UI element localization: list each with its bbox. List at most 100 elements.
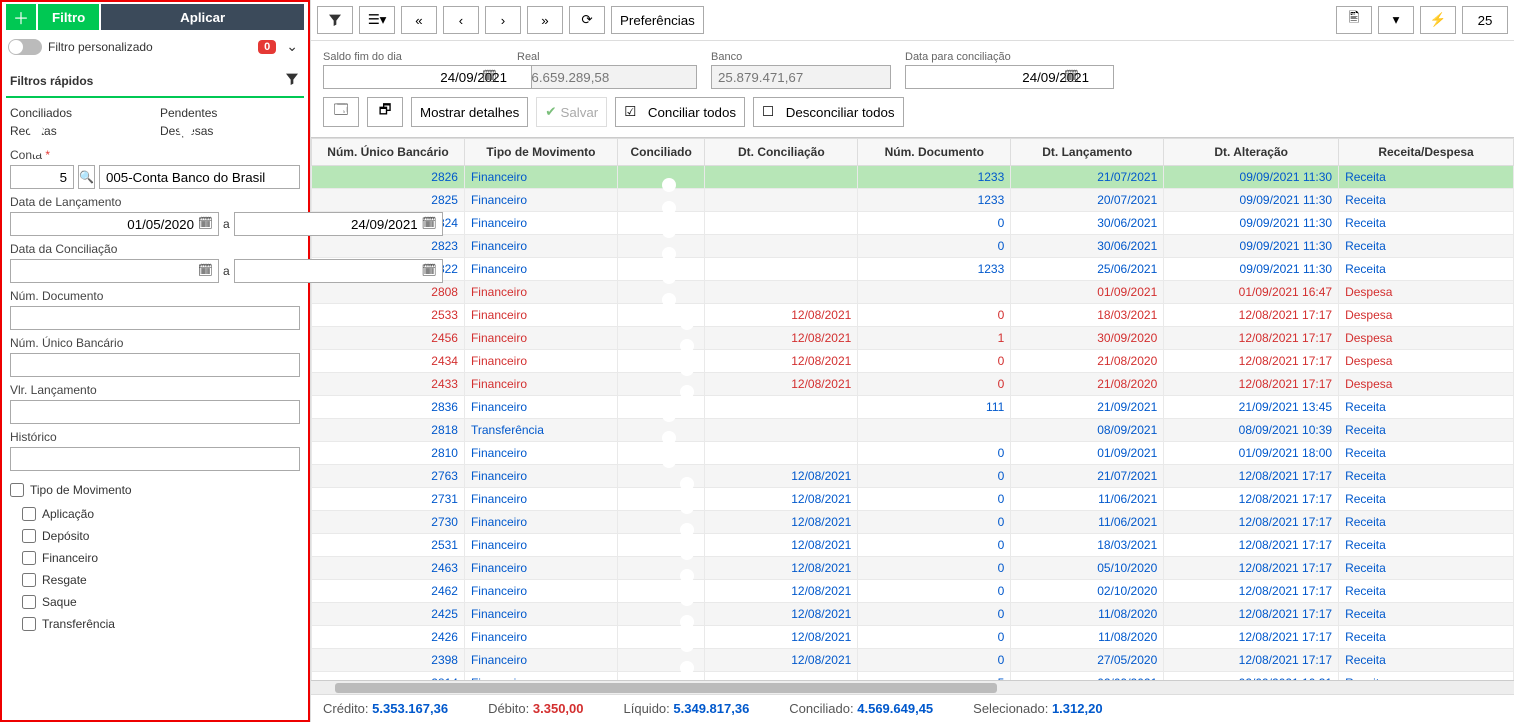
mov-title-checkbox[interactable]: [10, 483, 24, 497]
nav-prev-button[interactable]: ‹: [443, 6, 479, 34]
table-row[interactable]: 2825Financeiro123320/07/202109/09/2021 1…: [312, 189, 1514, 212]
table-row[interactable]: 2810Financeiro001/09/202101/09/2021 18:0…: [312, 442, 1514, 465]
mov-option-label: Depósito: [42, 529, 89, 543]
mov-option-checkbox[interactable]: [22, 507, 36, 521]
conciliar-todos-button[interactable]: ☑ Conciliar todos: [615, 97, 745, 127]
debito-value: 3.350,00: [533, 701, 584, 716]
nav-first-button[interactable]: «: [401, 6, 437, 34]
dt-para-input[interactable]: [905, 65, 1114, 89]
dt-lanc-to-input[interactable]: [234, 212, 443, 236]
check-icon: ✔: [545, 104, 556, 120]
table-row[interactable]: 2398Financeiro12/08/2021027/05/202012/08…: [312, 649, 1514, 672]
mov-option[interactable]: Transferência: [10, 613, 300, 635]
table-row[interactable]: 2426Financeiro12/08/2021011/08/202012/08…: [312, 626, 1514, 649]
liquido-value: 5.349.817,36: [673, 701, 749, 716]
dt-conc-from-input[interactable]: [10, 259, 219, 283]
mov-option[interactable]: Depósito: [10, 525, 300, 547]
check-square-icon: ☑: [624, 104, 636, 120]
action-icon-2[interactable]: 🗗: [367, 97, 403, 127]
table-row[interactable]: 2826Financeiro123321/07/202109/09/2021 1…: [312, 166, 1514, 189]
table-row[interactable]: 2533Financeiro12/08/2021018/03/202112/08…: [312, 304, 1514, 327]
mov-option-label: Saque: [42, 595, 77, 609]
num-banc-input[interactable]: [10, 353, 300, 377]
page-size-input[interactable]: 25: [1462, 6, 1508, 34]
mov-option-label: Transferência: [42, 617, 115, 631]
mov-types-section: Tipo de Movimento AplicaçãoDepósitoFinan…: [6, 473, 304, 639]
funnel-icon[interactable]: [284, 71, 300, 90]
aplicar-button[interactable]: Aplicar: [101, 4, 304, 30]
table-row[interactable]: 2462Financeiro12/08/2021002/10/202012/08…: [312, 580, 1514, 603]
column-header[interactable]: Tipo de Movimento: [464, 139, 617, 166]
table-row[interactable]: 2814Financeiro502/09/202102/09/2021 10:3…: [312, 672, 1514, 681]
mov-option[interactable]: Resgate: [10, 569, 300, 591]
table-row[interactable]: 2818Transferência08/09/202108/09/2021 10…: [312, 419, 1514, 442]
desconciliar-todos-button[interactable]: ☐ Desconciliar todos: [753, 97, 904, 127]
mov-option-checkbox[interactable]: [22, 595, 36, 609]
table-row[interactable]: 2463Financeiro12/08/2021005/10/202012/08…: [312, 557, 1514, 580]
column-header[interactable]: Dt. Lançamento: [1011, 139, 1164, 166]
export-dropdown-button[interactable]: ▾: [1378, 6, 1414, 34]
saldo-fim-date-input[interactable]: [323, 65, 532, 89]
num-doc-input[interactable]: [10, 306, 300, 330]
top-toolbar: ☰▾ « ‹ › » ⟳ Preferências 🖺 ▾ ⚡ 25: [311, 0, 1514, 41]
bolt-button[interactable]: ⚡: [1420, 6, 1456, 34]
mov-option[interactable]: Saque: [10, 591, 300, 613]
list-view-button[interactable]: ☰▾: [359, 6, 395, 34]
dt-conc-label: Data da Conciliação: [10, 242, 300, 256]
mov-option-checkbox[interactable]: [22, 551, 36, 565]
vlr-input[interactable]: [10, 400, 300, 424]
table-row[interactable]: 2824Financeiro030/06/202109/09/2021 11:3…: [312, 212, 1514, 235]
table-row[interactable]: 2822Financeiro123325/06/202109/09/2021 1…: [312, 258, 1514, 281]
conta-desc-input[interactable]: [99, 165, 300, 189]
dt-conc-to-input[interactable]: [234, 259, 443, 283]
nav-last-button[interactable]: »: [527, 6, 563, 34]
hist-input[interactable]: [10, 447, 300, 471]
prefs-button[interactable]: Preferências: [611, 6, 704, 34]
column-header[interactable]: Receita/Despesa: [1339, 139, 1514, 166]
table-row[interactable]: 2823Financeiro030/06/202109/09/2021 11:3…: [312, 235, 1514, 258]
column-header[interactable]: Núm. Documento: [858, 139, 1011, 166]
num-banc-label: Núm. Único Bancário: [10, 336, 300, 350]
export-button[interactable]: 🖺: [1336, 6, 1372, 34]
column-header[interactable]: Dt. Conciliação: [705, 139, 858, 166]
salvar-button[interactable]: ✔Salvar: [536, 97, 607, 127]
search-icon[interactable]: 🔍: [78, 165, 95, 189]
mov-option[interactable]: Financeiro: [10, 547, 300, 569]
chevron-down-icon[interactable]: ⌄: [282, 38, 302, 55]
column-header[interactable]: Núm. Único Bancário: [312, 139, 465, 166]
table-row[interactable]: 2531Financeiro12/08/2021018/03/202112/08…: [312, 534, 1514, 557]
table-row[interactable]: 2730Financeiro12/08/2021011/06/202112/08…: [312, 511, 1514, 534]
custom-filter-count: 0: [258, 40, 276, 54]
column-header[interactable]: Conciliado: [617, 139, 704, 166]
horizontal-scrollbar[interactable]: [311, 680, 1514, 694]
conciliados-label: Conciliados: [10, 106, 150, 120]
mostrar-detalhes-button[interactable]: Mostrar detalhes: [411, 97, 528, 127]
table-row[interactable]: 2731Financeiro12/08/2021011/06/202112/08…: [312, 488, 1514, 511]
refresh-button[interactable]: ⟳: [569, 6, 605, 34]
dt-lanc-from-input[interactable]: [10, 212, 219, 236]
nav-next-button[interactable]: ›: [485, 6, 521, 34]
mov-option-checkbox[interactable]: [22, 573, 36, 587]
credito-value: 5.353.167,36: [372, 701, 448, 716]
grid-wrapper[interactable]: Núm. Único BancárioTipo de MovimentoConc…: [311, 137, 1514, 680]
table-row[interactable]: 2836Financeiro11121/09/202121/09/2021 13…: [312, 396, 1514, 419]
table-row[interactable]: 2433Financeiro12/08/2021021/08/202012/08…: [312, 373, 1514, 396]
table-row[interactable]: 2763Financeiro12/08/2021021/07/202112/08…: [312, 465, 1514, 488]
saldo-fim-label: Saldo fim do dia: [323, 51, 503, 63]
filters-button[interactable]: [317, 6, 353, 34]
mov-option-label: Financeiro: [42, 551, 98, 565]
mov-option-checkbox[interactable]: [22, 529, 36, 543]
mov-option[interactable]: Aplicação: [10, 503, 300, 525]
custom-filter-toggle[interactable]: [8, 39, 42, 55]
action-icon-1[interactable]: 🗔: [323, 97, 359, 127]
table-row[interactable]: 2808Financeiro01/09/202101/09/2021 16:47…: [312, 281, 1514, 304]
table-row[interactable]: 2434Financeiro12/08/2021021/08/202012/08…: [312, 350, 1514, 373]
table-row[interactable]: 2425Financeiro12/08/2021011/08/202012/08…: [312, 603, 1514, 626]
conta-num-input[interactable]: [10, 165, 74, 189]
banco-value: [711, 65, 891, 89]
add-button[interactable]: ＋: [6, 4, 36, 30]
table-row[interactable]: 2456Financeiro12/08/2021130/09/202012/08…: [312, 327, 1514, 350]
mov-option-checkbox[interactable]: [22, 617, 36, 631]
column-header[interactable]: Dt. Alteração: [1164, 139, 1339, 166]
filtro-button[interactable]: Filtro: [38, 4, 99, 30]
